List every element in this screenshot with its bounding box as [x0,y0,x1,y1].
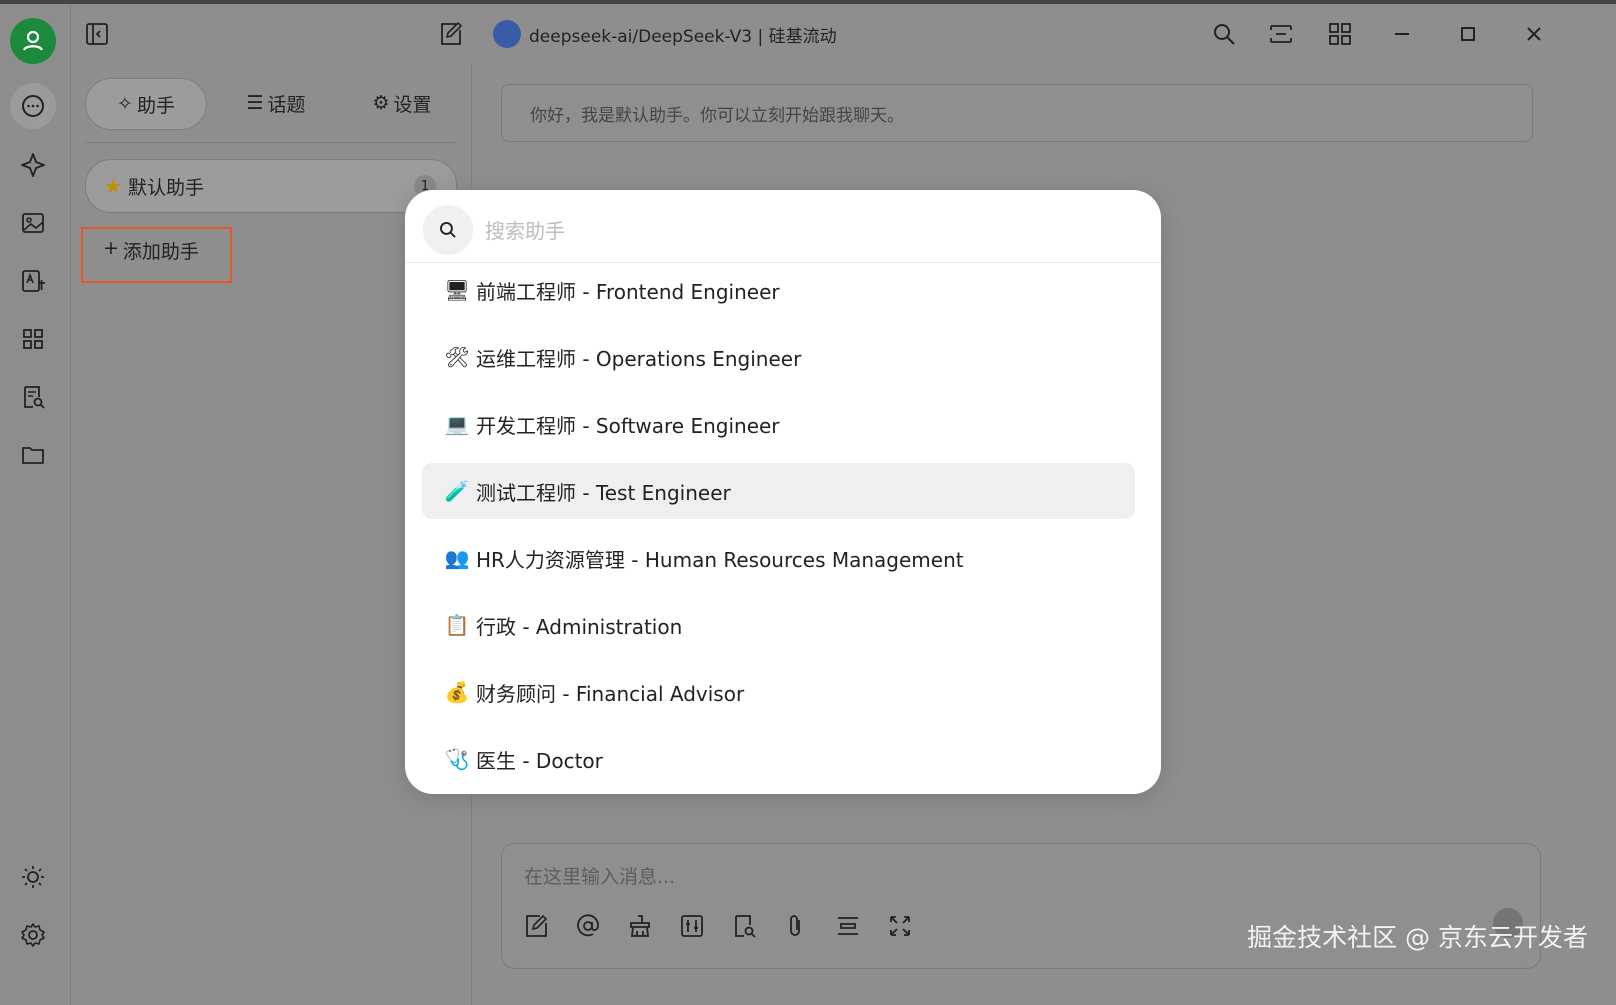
toggle-sidebar-button[interactable] [83,20,111,48]
list-item[interactable]: 🩺 医生 - Doctor [422,731,1135,787]
translate-nav-button[interactable] [10,258,56,304]
document-search-icon [735,915,756,938]
translate-icon [22,270,45,292]
close-icon [1527,27,1541,41]
chat-bubble-icon [22,95,44,117]
list-item[interactable]: 🛠 运维工程师 - Operations Engineer [422,329,1135,385]
money-bag-icon: 💰 [444,680,470,704]
settings-sliders-button[interactable] [678,912,706,940]
plus-icon: + [103,237,119,259]
fullscreen-icon [890,916,910,936]
tools-icon: 🛠 [444,345,470,369]
paperclip-icon [790,915,800,936]
message-input[interactable]: 在这里输入消息... [524,862,675,889]
model-logo [493,20,521,48]
agents-nav-button[interactable] [10,142,56,188]
maximize-button[interactable] [1454,20,1482,48]
gear-icon [21,923,45,947]
user-avatar[interactable] [10,18,56,64]
search-icon [1214,24,1235,45]
new-chat-button[interactable] [436,20,464,48]
list-item[interactable]: 👥 HR人力资源管理 - Human Resources Management [422,530,1135,586]
mention-button[interactable] [574,912,602,940]
new-topic-button[interactable] [522,912,550,940]
tabs-divider [85,142,455,143]
list-item[interactable]: 🖥 前端工程师 - Frontend Engineer [422,262,1135,318]
list-item[interactable]: 📋 行政 - Administration [422,597,1135,653]
modal-search-row [405,190,1161,263]
knowledge-button[interactable] [730,912,758,940]
apps-nav-button[interactable] [10,316,56,362]
clipboard-icon: 📋 [444,613,470,637]
greeting-message: 你好，我是默认助手。你可以立刻开始跟我聊天。 [501,84,1533,142]
fullscreen-button[interactable] [886,912,914,940]
left-rail [0,4,71,1005]
chat-nav-button[interactable] [10,83,56,129]
settings-nav-button[interactable] [10,912,56,958]
title-bar: deepseek-ai/DeepSeek-V3 | 硅基流动 [86,4,1616,64]
close-button[interactable] [1520,20,1548,48]
minimize-icon [1395,33,1409,35]
miniapp-button[interactable] [1326,20,1354,48]
sparkle-icon: ✧ [117,93,133,115]
folder-icon [22,447,44,464]
assistant-template-list: 🖥 前端工程师 - Frontend Engineer 🛠 运维工程师 - Op… [405,262,1161,794]
list-item[interactable]: 💻 开发工程师 - Software Engineer [422,396,1135,452]
people-icon: 👥 [444,546,470,570]
maximize-icon [1461,27,1475,41]
expand-vertical-icon [1270,25,1292,43]
gear-icon: ⚙ [372,92,390,114]
image-nav-button[interactable] [10,200,56,246]
add-assistant-button[interactable]: + 添加助手 [81,227,232,283]
tab-topics[interactable]: ☰ 话题 [221,78,331,128]
grid-icon [1329,23,1351,45]
knowledge-nav-button[interactable] [10,374,56,420]
image-icon [22,213,44,233]
assistant-picker-modal: 🖥 前端工程师 - Frontend Engineer 🛠 运维工程师 - Op… [405,190,1161,794]
text-align-icon [838,917,858,935]
attach-button[interactable] [782,912,810,940]
search-icon [423,205,473,255]
assistant-search-input[interactable] [483,210,1127,252]
clear-button[interactable] [626,912,654,940]
edit-icon [441,22,462,45]
tab-assistants[interactable]: ✧ 助手 [85,78,207,130]
list-item[interactable]: 💰 财务顾问 - Financial Advisor [422,664,1135,720]
test-tube-icon: 🧪 [444,479,470,503]
list-icon: ☰ [246,92,264,114]
expand-button[interactable] [834,912,862,940]
search-button[interactable] [1210,20,1238,48]
sun-icon [22,866,44,888]
model-title[interactable]: deepseek-ai/DeepSeek-V3 | 硅基流动 [529,22,837,47]
laptop-icon: 💻 [444,412,470,436]
assistant-item-default[interactable]: ★ 默认助手 1 [85,159,457,213]
document-search-icon [24,386,45,409]
sidebar-tabs: ✧ 助手 ☰ 话题 ⚙ 设置 [85,78,455,130]
at-icon [577,914,599,937]
monitor-icon: 🖥 [444,278,470,302]
sliders-icon [681,915,703,937]
star-icon: ★ [104,174,122,198]
files-nav-button[interactable] [10,432,56,478]
list-item-highlighted[interactable]: 🧪 测试工程师 - Test Engineer [422,463,1135,519]
watermark-text: 掘金技术社区 @ 京东云开发者 [1247,923,1588,952]
theme-toggle-button[interactable] [10,854,56,900]
grid-icon [23,329,43,349]
tab-settings[interactable]: ⚙ 设置 [347,78,457,128]
user-icon [22,30,44,51]
sparkle-icon [21,153,45,177]
minimize-button[interactable] [1388,20,1416,48]
sidebar-toggle-icon [86,23,108,45]
broom-icon [630,915,650,937]
assistant-name: 默认助手 [127,176,204,199]
composer-toolbar [522,912,914,940]
edit-icon [526,914,548,937]
stethoscope-icon: 🩺 [444,747,470,771]
layout-button[interactable] [1267,20,1295,48]
